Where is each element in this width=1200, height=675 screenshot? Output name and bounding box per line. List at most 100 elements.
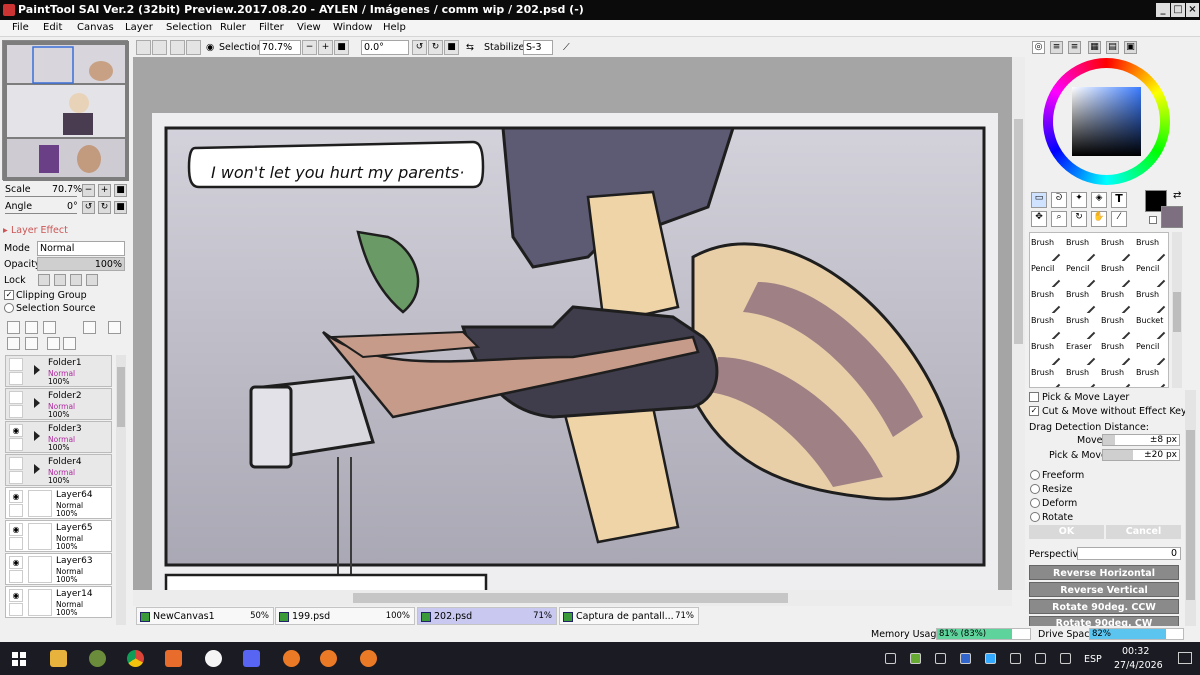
canvas-viewport[interactable]: I won't let you hurt my parents· xyxy=(133,57,1012,590)
canvas-vertical-scrollbar[interactable] xyxy=(1012,57,1025,590)
folder-expand-icon[interactable] xyxy=(34,464,40,474)
transparent-color-toggle[interactable] xyxy=(1149,216,1157,224)
selection-tool-icon[interactable]: ▭ xyxy=(1031,192,1047,208)
tab-newcanvas1[interactable]: NewCanvas1 50% xyxy=(136,607,274,625)
layer-row[interactable]: Folder2 Normal 100% xyxy=(5,388,112,420)
lock-all-button[interactable] xyxy=(86,274,98,286)
reverse-vertical-button[interactable]: Reverse Vertical xyxy=(1029,582,1179,597)
freeform-radio[interactable] xyxy=(1030,470,1040,480)
copy-layer-button[interactable] xyxy=(7,337,20,350)
rotate-ccw-button[interactable]: Rotate 90deg. CCW xyxy=(1029,599,1179,614)
color-history-tab[interactable]: ▣ xyxy=(1124,41,1137,54)
clock-time[interactable]: 00:32 xyxy=(1122,646,1149,657)
angle-reset-button[interactable]: ■ xyxy=(114,201,127,214)
tray-app-icon[interactable] xyxy=(960,653,971,664)
new-layer-button[interactable] xyxy=(7,321,20,334)
tray-app-icon[interactable] xyxy=(985,653,996,664)
menu-selection[interactable]: Selection xyxy=(166,22,212,33)
reverse-horizontal-button[interactable]: Reverse Horizontal xyxy=(1029,565,1179,580)
undo-button[interactable] xyxy=(136,40,151,55)
rgb-slider-tab[interactable]: ≡ xyxy=(1050,41,1063,54)
mode-select[interactable]: Normal xyxy=(37,241,125,256)
hand-tool-icon[interactable]: ✋ xyxy=(1091,211,1107,227)
brush-slot[interactable]: Brush xyxy=(1135,287,1168,315)
move-layer-button[interactable] xyxy=(25,337,38,350)
pick-move-layer-checkbox[interactable] xyxy=(1029,392,1039,402)
zoom-out-button[interactable]: − xyxy=(302,40,317,55)
angle-field[interactable]: 0.0° xyxy=(361,40,409,55)
minimize-button[interactable]: _ xyxy=(1156,3,1170,17)
windows-start-icon[interactable] xyxy=(12,652,26,666)
brush-slot[interactable]: Brush xyxy=(1065,235,1099,263)
layer-row[interactable]: ◉ Layer65 Normal 100% xyxy=(5,520,112,552)
brush-slot[interactable]: Brush xyxy=(1030,339,1064,367)
layer-select-toggle[interactable] xyxy=(9,504,23,517)
rotate-tool-icon[interactable]: ↻ xyxy=(1071,211,1087,227)
tab-199-psd[interactable]: 199.psd 100% xyxy=(275,607,415,625)
lasso-tool-icon[interactable]: ᘐ xyxy=(1051,192,1067,208)
redo-button[interactable] xyxy=(152,40,167,55)
clipping-group-checkbox[interactable]: ✓ xyxy=(4,290,14,300)
scale-minus-button[interactable]: − xyxy=(82,184,95,197)
folder-expand-icon[interactable] xyxy=(34,398,40,408)
color-wheel-tab[interactable]: ◎ xyxy=(1032,41,1045,54)
move-tool-icon[interactable]: ✥ xyxy=(1031,211,1047,227)
wifi-icon[interactable] xyxy=(935,653,946,664)
layer-select-toggle[interactable] xyxy=(9,570,23,583)
tray-icon[interactable] xyxy=(885,653,896,664)
line-tool-icon[interactable]: ⟋ xyxy=(563,42,570,53)
new-folder-button[interactable] xyxy=(43,321,56,334)
brush-slot[interactable]: Brush xyxy=(1030,365,1064,387)
layer-row[interactable]: ◉ Layer14 Normal 100% xyxy=(5,586,112,618)
ok-button[interactable]: OK xyxy=(1029,525,1104,539)
new-linework-button[interactable] xyxy=(25,321,38,334)
folder-expand-icon[interactable] xyxy=(34,431,40,441)
clock-date[interactable]: 27/4/2026 xyxy=(1114,660,1163,671)
blender-icon[interactable] xyxy=(320,650,337,667)
clip-studio-icon[interactable] xyxy=(205,650,222,667)
visibility-toggle[interactable] xyxy=(9,358,23,371)
layer-select-toggle[interactable] xyxy=(9,603,23,616)
rotate-radio[interactable] xyxy=(1030,512,1040,522)
resize-radio[interactable] xyxy=(1030,484,1040,494)
swatches-tab[interactable]: ▦ xyxy=(1088,41,1101,54)
scratchpad-tab[interactable]: ▤ xyxy=(1106,41,1119,54)
maximize-button[interactable]: □ xyxy=(1171,3,1185,17)
options-scrollbar[interactable] xyxy=(1185,390,1196,630)
layer-select-toggle[interactable] xyxy=(9,438,23,451)
app-globe-icon[interactable] xyxy=(89,650,106,667)
menu-file[interactable]: File xyxy=(12,22,29,33)
brush-slot[interactable]: Brush xyxy=(1030,313,1064,341)
deselect-button[interactable] xyxy=(170,40,185,55)
settings-icon[interactable] xyxy=(1035,653,1046,664)
eye-icon[interactable]: ◉ xyxy=(9,424,23,437)
brush-slot[interactable]: Brush xyxy=(1030,287,1064,315)
selection-label[interactable]: Selection xyxy=(219,42,263,53)
layer-select-toggle[interactable] xyxy=(9,471,23,484)
brush-slot[interactable]: Pencil xyxy=(1030,261,1064,289)
deform-radio[interactable] xyxy=(1030,498,1040,508)
clear-layer-button[interactable] xyxy=(47,337,60,350)
scale-reset-button[interactable]: ■ xyxy=(114,184,127,197)
layer-row[interactable]: ◉ Layer64 Normal 100% xyxy=(5,487,112,519)
layer-select-toggle[interactable] xyxy=(9,537,23,550)
scale-plus-button[interactable]: + xyxy=(98,184,111,197)
menu-help[interactable]: Help xyxy=(383,22,406,33)
scale-slider[interactable] xyxy=(5,196,77,197)
zoom-reset-button[interactable]: ■ xyxy=(334,40,349,55)
brush-slot[interactable]: Brush xyxy=(1100,339,1134,367)
close-button[interactable]: × xyxy=(1186,3,1199,17)
brush-slot[interactable]: Brush xyxy=(1100,287,1134,315)
layer-effect-title[interactable]: Layer Effect xyxy=(11,225,68,236)
menu-filter[interactable]: Filter xyxy=(259,22,284,33)
eye-icon[interactable]: ◉ xyxy=(206,42,214,53)
chat-app-icon[interactable] xyxy=(243,650,260,667)
invert-selection-button[interactable] xyxy=(186,40,201,55)
brush-slot[interactable]: Brush xyxy=(1065,365,1099,387)
brush-slot[interactable]: Brush xyxy=(1100,365,1134,387)
zoom-field[interactable]: 70.7% xyxy=(259,40,301,55)
brush-slot[interactable]: Brush xyxy=(1135,365,1168,387)
menu-layer[interactable]: Layer xyxy=(125,22,153,33)
menu-ruler[interactable]: Ruler xyxy=(220,22,246,33)
eye-icon[interactable]: ◉ xyxy=(9,523,23,536)
